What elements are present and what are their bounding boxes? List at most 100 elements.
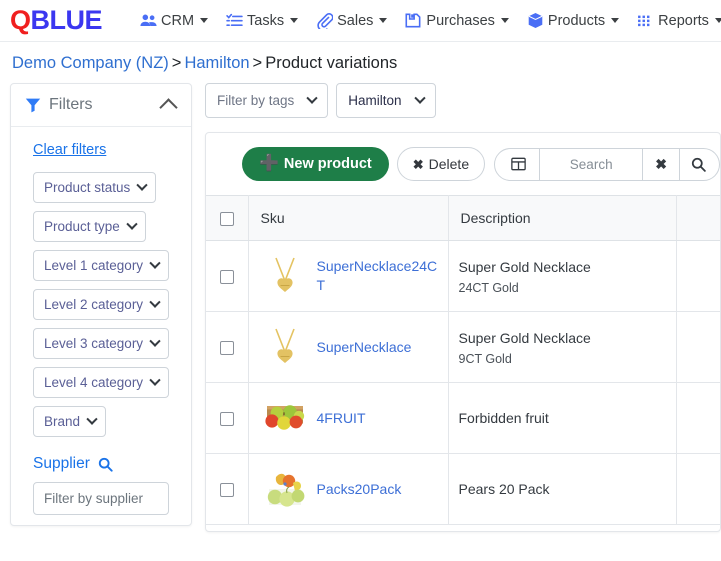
chevron-up-icon[interactable]	[159, 97, 178, 117]
table-row[interactable]: Packs20Pack Pears 20 Pack $23	[206, 453, 720, 526]
filter-by-tags-label: Filter by tags	[217, 93, 295, 108]
row-checkbox[interactable]	[220, 483, 234, 498]
row-checkbox[interactable]	[220, 270, 234, 285]
chevron-down-icon	[413, 92, 426, 104]
breadcrumb-separator: >	[252, 54, 263, 72]
grid-dots-icon	[637, 12, 654, 29]
row-checkbox[interactable]	[220, 412, 234, 427]
branch-select-label: Hamilton	[348, 93, 402, 108]
necklace-thumbnail	[258, 250, 311, 303]
search-button[interactable]	[680, 147, 720, 181]
nav-item-tasks[interactable]: Tasks	[226, 12, 299, 29]
nav-item-sales[interactable]: Sales	[316, 12, 388, 29]
filter-select-product-status[interactable]: Product status	[33, 172, 157, 203]
clear-filters-link[interactable]: Clear filters	[33, 142, 191, 158]
description-text: Super Gold Necklace	[458, 330, 591, 346]
table-columns-icon[interactable]	[494, 147, 541, 181]
breadcrumb-branch[interactable]: Hamilton	[184, 54, 249, 72]
app-logo[interactable]: QBLUE	[10, 5, 103, 35]
column-header-sell-price[interactable]: Sell p	[676, 194, 720, 242]
supplier-label[interactable]: Supplier	[33, 455, 90, 473]
filter-select-level-1-category[interactable]: Level 1 category	[33, 250, 170, 281]
table-body: SuperNecklace24CT Super Gold Necklace 24…	[206, 240, 720, 526]
chevron-down-icon	[149, 374, 161, 386]
filter-by-tags-select[interactable]: Filter by tags	[205, 83, 329, 118]
row-description-cell: Super Gold Necklace 24CT Gold	[448, 240, 677, 313]
description-text: Super Gold Necklace	[458, 259, 591, 275]
filters-panel-header[interactable]: Filters	[11, 84, 191, 127]
chevron-down-icon	[714, 18, 721, 23]
delete-label: Delete	[428, 156, 470, 172]
logo-blue: BLUE	[30, 5, 103, 35]
logo-q: Q	[10, 5, 31, 35]
filter-funnel-icon	[25, 97, 41, 113]
page-body: Filters Clear filters Product status Pro…	[0, 83, 721, 553]
row-select-cell	[206, 240, 249, 313]
sku-link[interactable]: SuperNecklace24CT	[317, 257, 438, 295]
nav-item-crm[interactable]: CRM	[140, 12, 209, 29]
column-header-description[interactable]: Description	[448, 194, 677, 242]
supplier-filter-input[interactable]	[33, 482, 169, 515]
filter-select-product-type[interactable]: Product type	[33, 211, 146, 242]
new-product-label: New product	[283, 156, 372, 172]
paperclip-icon	[316, 12, 334, 29]
row-description-cell: Pears 20 Pack	[448, 453, 677, 526]
row-select-cell	[206, 453, 249, 526]
table-row[interactable]: 4FRUIT Forbidden fruit $20	[206, 382, 720, 455]
row-sku-cell: SuperNecklace24CT	[248, 240, 449, 313]
sku-link[interactable]: SuperNecklace	[317, 338, 412, 357]
chevron-down-icon	[149, 335, 161, 347]
row-sku-cell: SuperNecklace	[248, 311, 449, 384]
row-sku-cell: Packs20Pack	[248, 453, 449, 526]
nav-item-reports[interactable]: Reports	[637, 12, 721, 29]
nav-item-label: Tasks	[247, 12, 285, 29]
page-title: Product variations	[265, 54, 398, 72]
people-icon	[140, 12, 157, 29]
breadcrumb: Demo Company (NZ) > Hamilton > Product varia…	[0, 42, 721, 83]
nav-item-products[interactable]: Products	[527, 12, 620, 29]
necklace-thumbnail	[258, 321, 311, 374]
chevron-down-icon	[306, 92, 318, 104]
search-icon[interactable]	[98, 457, 113, 472]
products-table: Sku Description Sell p	[206, 194, 720, 526]
table-row[interactable]: SuperNecklace24CT Super Gold Necklace 24…	[206, 240, 720, 313]
filters-panel: Filters Clear filters Product status Pro…	[10, 83, 192, 526]
row-sku-cell: 4FRUIT	[248, 382, 449, 455]
search-input[interactable]	[540, 147, 644, 181]
table-header-row: Sku Description Sell p	[206, 194, 720, 242]
chevron-down-icon	[149, 257, 161, 269]
table-row[interactable]: SuperNecklace Super Gold Necklace 9CT Go…	[206, 311, 720, 384]
new-product-button[interactable]: ➕ New product	[242, 147, 389, 181]
sku-link[interactable]: 4FRUIT	[317, 409, 366, 428]
nav-item-label: Products	[547, 12, 606, 29]
delete-button[interactable]: ✖ Delete	[396, 147, 486, 181]
chevron-down-icon	[149, 296, 161, 308]
filter-select-brand[interactable]: Brand	[33, 406, 107, 437]
select-all-checkbox[interactable]	[220, 212, 234, 227]
save-cart-icon	[405, 12, 422, 29]
box-icon	[527, 12, 544, 29]
column-header-select-all	[206, 194, 249, 242]
breadcrumb-company[interactable]: Demo Company (NZ)	[12, 54, 169, 72]
clear-search-button[interactable]: ✖	[643, 147, 680, 181]
top-navigation-bar: QBLUE CRM Tasks Sales Purchases Products	[0, 0, 721, 42]
nav-item-label: Sales	[337, 12, 374, 29]
filter-select-label: Brand	[44, 414, 81, 429]
nav-item-label: Reports	[658, 12, 709, 29]
filter-select-label: Level 3 category	[44, 336, 144, 351]
filter-select-level-3-category[interactable]: Level 3 category	[33, 328, 170, 359]
row-checkbox[interactable]	[220, 341, 234, 356]
filters-panel-body: Clear filters Product status Product typ…	[11, 127, 191, 525]
sku-link[interactable]: Packs20Pack	[317, 480, 402, 499]
column-header-sku[interactable]: Sku	[248, 194, 449, 242]
row-select-cell	[206, 311, 249, 384]
branch-select[interactable]: Hamilton	[336, 83, 436, 118]
filter-select-level-4-category[interactable]: Level 4 category	[33, 367, 170, 398]
filter-select-level-2-category[interactable]: Level 2 category	[33, 289, 170, 320]
plus-icon: ➕	[259, 155, 279, 172]
chevron-down-icon	[126, 218, 138, 230]
row-description-cell: Forbidden fruit	[448, 382, 677, 455]
filter-select-label: Level 4 category	[44, 375, 144, 390]
nav-item-purchases[interactable]: Purchases	[405, 12, 509, 29]
table-toolbar: ➕ New product ✖ Delete ✖	[206, 133, 720, 195]
